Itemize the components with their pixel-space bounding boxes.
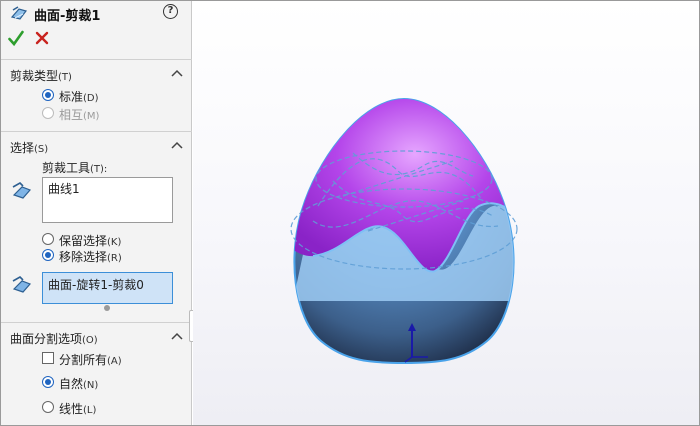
divider — [1, 131, 192, 132]
page-title: 曲面-剪裁1 — [34, 9, 101, 24]
split-options-hotkey: (O) — [82, 335, 98, 346]
trim-tool-selection-box[interactable]: 曲线1 — [42, 177, 173, 223]
surface-selector-icon — [12, 182, 32, 199]
trim-tool-label-text: 剪裁工具 — [42, 161, 91, 175]
model-view — [290, 97, 518, 365]
mutual-label-text: 相互 — [59, 108, 84, 122]
split-options-title-text: 曲面分割选项 — [10, 332, 83, 346]
divider — [1, 59, 192, 60]
standard-hotkey: (D) — [83, 93, 99, 104]
linear-hotkey: (L) — [83, 405, 97, 416]
radio-indicator[interactable] — [42, 401, 54, 413]
pieces-selection-box[interactable]: 曲面-旋转1-剪裁0 — [42, 272, 173, 304]
remove-selections-hotkey: (R) — [107, 253, 122, 264]
cancel-button[interactable] — [35, 31, 49, 45]
radio-indicator[interactable] — [42, 89, 54, 101]
mutual-hotkey: (M) — [83, 111, 100, 122]
trim-tool-label: 剪裁工具(T): — [42, 159, 107, 176]
mutual-radio-label: 相互(M) — [59, 106, 99, 123]
remove-selections-text: 移除选择 — [59, 250, 108, 264]
property-manager-panel: 曲面-剪裁1 ? 剪裁类型(T) 标准(D) 相互(M) 选择(S) 剪裁工具(… — [1, 1, 192, 425]
trim-type-hotkey: (T) — [58, 72, 72, 83]
standard-radio-label: 标准(D) — [59, 88, 99, 105]
pieces-value: 曲面-旋转1-剪裁0 — [48, 278, 144, 292]
radio-indicator[interactable] — [42, 233, 54, 245]
help-button[interactable]: ? — [163, 4, 178, 19]
natural-label: 自然(N) — [59, 375, 98, 392]
chevron-up-icon[interactable] — [171, 332, 183, 340]
selections-title: 选择(S) — [10, 139, 48, 156]
chevron-up-icon[interactable] — [171, 69, 183, 77]
trim-tool-value: 曲线1 — [48, 182, 80, 196]
trim-type-title: 剪裁类型(T) — [10, 67, 72, 84]
ok-button[interactable] — [8, 29, 24, 47]
resize-handle[interactable] — [104, 305, 110, 311]
divider — [1, 322, 192, 323]
keep-selections-label: 保留选择(K) — [59, 232, 121, 249]
radio-indicator[interactable] — [42, 249, 54, 261]
split-all-label: 分割所有(A) — [59, 351, 122, 368]
trim-type-title-text: 剪裁类型 — [10, 69, 59, 83]
split-all-hotkey: (A) — [107, 356, 122, 367]
natural-text: 自然 — [59, 377, 84, 391]
split-options-title: 曲面分割选项(O) — [10, 330, 98, 347]
keep-selections-hotkey: (K) — [107, 237, 122, 248]
split-options-section-header[interactable]: 曲面分割选项(O) — [1, 327, 192, 347]
radio-indicator[interactable] — [42, 107, 54, 119]
linear-label: 线性(L) — [59, 400, 96, 417]
standard-label-text: 标准 — [59, 90, 84, 104]
selections-section-header[interactable]: 选择(S) — [1, 136, 192, 156]
chevron-up-icon[interactable] — [171, 141, 183, 149]
selections-hotkey: (S) — [34, 144, 49, 155]
split-all-text: 分割所有 — [59, 353, 108, 367]
surface-selector-icon — [12, 276, 32, 293]
remove-selections-label: 移除选择(R) — [59, 248, 122, 265]
trim-tool-hotkey: (T): — [90, 164, 108, 175]
radio-indicator[interactable] — [42, 376, 54, 388]
linear-text: 线性 — [59, 402, 84, 416]
checkbox-indicator[interactable] — [42, 352, 54, 364]
natural-hotkey: (N) — [83, 380, 99, 391]
graphics-viewport[interactable] — [193, 1, 699, 425]
surface-trim-icon — [10, 6, 28, 20]
property-manager-header: 曲面-剪裁1 ? — [1, 1, 192, 25]
keep-selections-text: 保留选择 — [59, 234, 108, 248]
trim-type-section-header[interactable]: 剪裁类型(T) — [1, 64, 192, 84]
selections-title-text: 选择 — [10, 141, 35, 155]
